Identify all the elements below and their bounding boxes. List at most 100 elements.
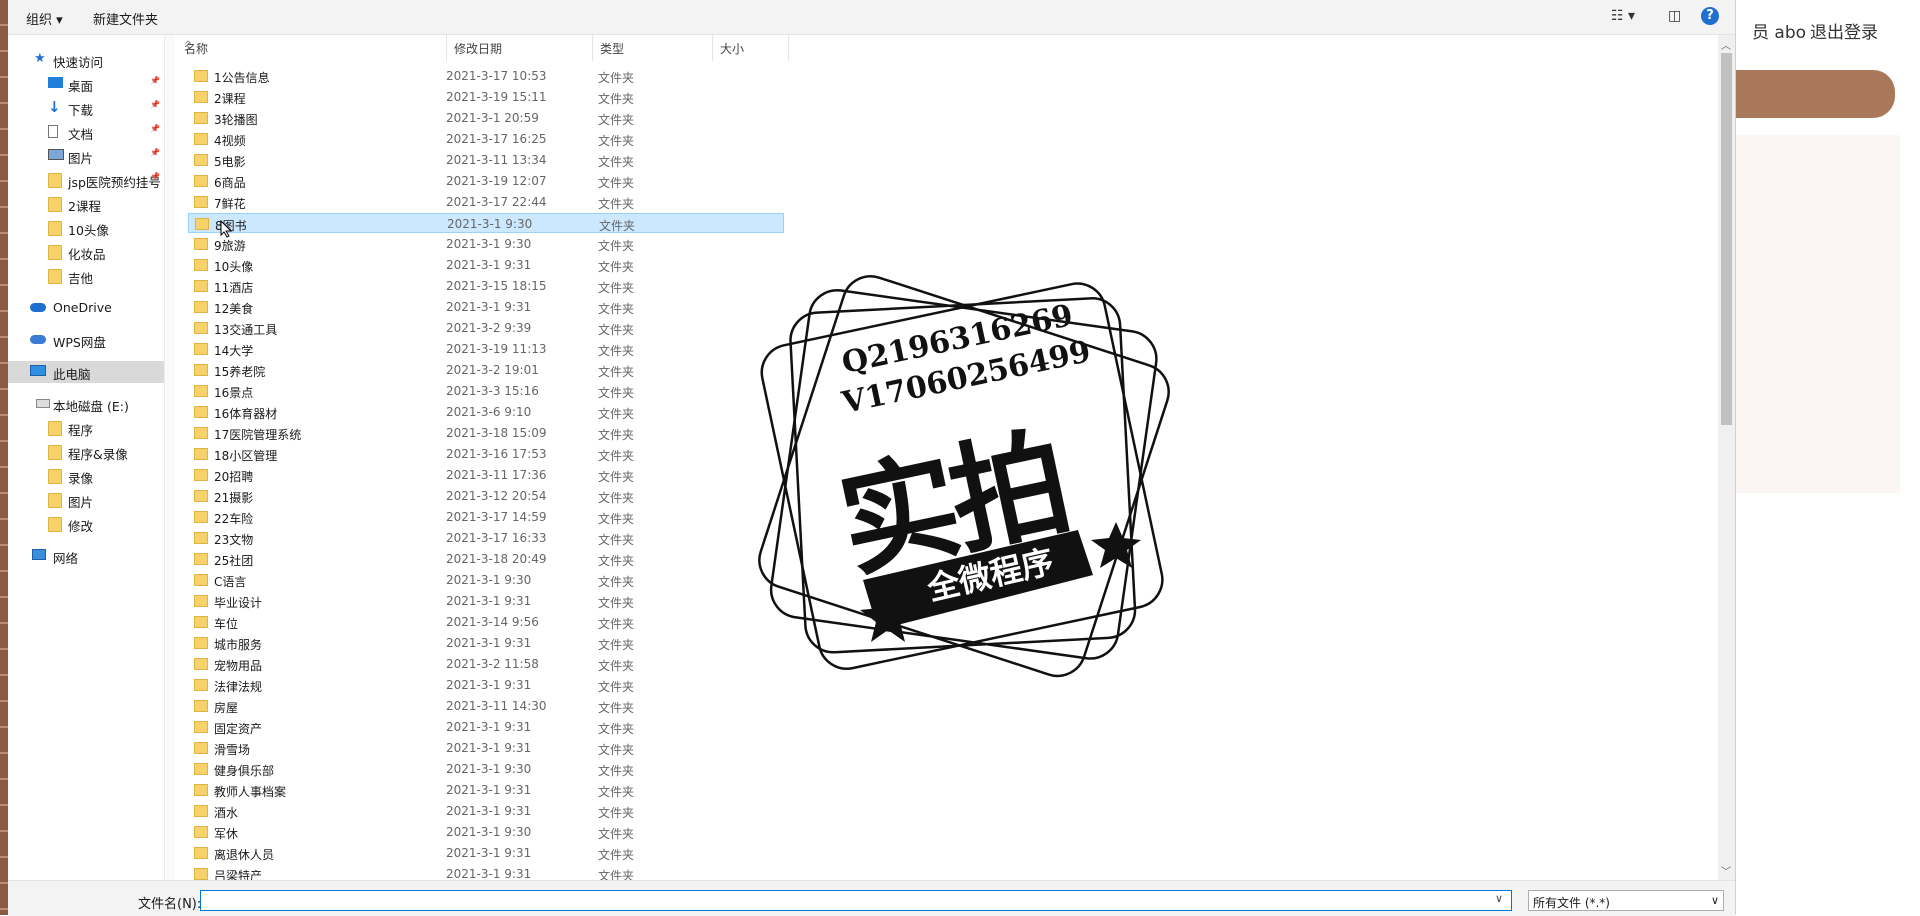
file-name: 军休 xyxy=(214,827,239,841)
file-row[interactable]: C语言 2021-3-1 9:30 文件夹 xyxy=(188,570,784,590)
scrollbar-thumb[interactable] xyxy=(1721,53,1732,425)
file-row[interactable]: 25社团 2021-3-18 20:49 文件夹 xyxy=(188,549,784,569)
nav-pane-splitter[interactable] xyxy=(164,35,175,880)
nav-disk-folder[interactable]: 程序 xyxy=(8,417,164,439)
file-row[interactable]: 14大学 2021-3-19 11:13 文件夹 xyxy=(188,339,784,359)
file-date: 2021-3-1 9:31 xyxy=(446,867,532,880)
file-row[interactable]: 6商品 2021-3-19 12:07 文件夹 xyxy=(188,171,784,191)
folder-icon xyxy=(194,322,208,334)
file-type: 文件夹 xyxy=(598,302,635,316)
file-row[interactable]: 18小区管理 2021-3-16 17:53 文件夹 xyxy=(188,444,784,464)
file-date: 2021-3-17 16:33 xyxy=(446,531,547,545)
file-row[interactable]: 17医院管理系统 2021-3-18 15:09 文件夹 xyxy=(188,423,784,443)
new-folder-button[interactable]: 新建文件夹 xyxy=(93,9,158,28)
file-row[interactable]: 12美食 2021-3-1 9:31 文件夹 xyxy=(188,297,784,317)
file-row[interactable]: 5电影 2021-3-11 13:34 文件夹 xyxy=(188,150,784,170)
file-name: 3轮播图 xyxy=(214,113,258,127)
nav-pinned-item[interactable]: 文档 📌 xyxy=(8,121,164,143)
nav-pinned-item[interactable]: 图片 📌 xyxy=(8,145,164,167)
file-date: 2021-3-18 15:09 xyxy=(446,426,547,440)
file-row[interactable]: 军休 2021-3-1 9:30 文件夹 xyxy=(188,822,784,842)
file-row[interactable]: 15养老院 2021-3-2 19:01 文件夹 xyxy=(188,360,784,380)
file-row[interactable]: 车位 2021-3-14 9:56 文件夹 xyxy=(188,612,784,632)
filetype-select[interactable]: 所有文件 (*.*) ∨ xyxy=(1528,890,1724,911)
file-row[interactable]: 滑雪场 2021-3-1 9:31 文件夹 xyxy=(188,738,784,758)
folder-icon xyxy=(194,532,208,544)
nav-pinned-item[interactable]: jsp医院预约挂号 📌 xyxy=(8,169,164,191)
file-row[interactable]: 1公告信息 2021-3-17 10:53 文件夹 xyxy=(188,66,784,86)
file-row[interactable]: 23文物 2021-3-17 16:33 文件夹 xyxy=(188,528,784,548)
column-header-type[interactable]: 类型 xyxy=(592,35,713,61)
file-row[interactable]: 21摄影 2021-3-12 20:54 文件夹 xyxy=(188,486,784,506)
file-row[interactable]: 13交通工具 2021-3-2 9:39 文件夹 xyxy=(188,318,784,338)
file-row[interactable]: 16景点 2021-3-3 15:16 文件夹 xyxy=(188,381,784,401)
nav-recent-item[interactable]: 化妆品 xyxy=(8,241,164,263)
star-icon: ★ xyxy=(34,51,46,66)
nav-onedrive[interactable]: OneDrive xyxy=(8,297,164,319)
folder-icon xyxy=(194,406,208,418)
scroll-down-icon[interactable]: ﹀ xyxy=(1721,863,1731,878)
filename-dropdown-icon[interactable]: ∨ xyxy=(1495,892,1503,905)
nav-this-pc[interactable]: 此电脑 xyxy=(8,361,164,383)
nav-local-disk[interactable]: 本地磁盘 (E:) xyxy=(8,393,164,415)
nav-quick-access[interactable]: ★ 快速访问 xyxy=(8,49,164,71)
file-list-scrollbar[interactable]: ︿ ﹀ xyxy=(1718,35,1735,880)
file-row[interactable]: 房屋 2021-3-11 14:30 文件夹 xyxy=(188,696,784,716)
pin-icon[interactable]: 📌 xyxy=(150,76,160,85)
file-row[interactable]: 4视频 2021-3-17 16:25 文件夹 xyxy=(188,129,784,149)
file-date: 2021-3-16 17:53 xyxy=(446,447,547,461)
file-row[interactable]: 吕梁特产 2021-3-1 9:31 文件夹 xyxy=(188,864,784,880)
file-row[interactable]: 10头像 2021-3-1 9:31 文件夹 xyxy=(188,255,784,275)
folder-icon xyxy=(194,385,208,397)
file-type: 文件夹 xyxy=(598,134,635,148)
column-header-name[interactable]: 名称 ^ xyxy=(176,35,447,61)
file-row[interactable]: 8图书 2021-3-1 9:30 文件夹 xyxy=(188,213,784,233)
help-icon[interactable]: ? xyxy=(1701,7,1719,25)
scroll-up-icon[interactable]: ︿ xyxy=(1721,37,1731,52)
column-header-date[interactable]: 修改日期 xyxy=(446,35,593,61)
file-row[interactable]: 11酒店 2021-3-15 18:15 文件夹 xyxy=(188,276,784,296)
nav-recent-item[interactable]: 10头像 xyxy=(8,217,164,239)
file-row[interactable]: 宠物用品 2021-3-2 11:58 文件夹 xyxy=(188,654,784,674)
logout-link[interactable]: 退出登录 xyxy=(1810,18,1878,43)
nav-recent-item[interactable]: 2课程 xyxy=(8,193,164,215)
file-row[interactable]: 酒水 2021-3-1 9:31 文件夹 xyxy=(188,801,784,821)
file-row[interactable]: 法律法规 2021-3-1 9:31 文件夹 xyxy=(188,675,784,695)
file-row[interactable]: 健身俱乐部 2021-3-1 9:30 文件夹 xyxy=(188,759,784,779)
file-row[interactable]: 教师人事档案 2021-3-1 9:31 文件夹 xyxy=(188,780,784,800)
file-row[interactable]: 固定资产 2021-3-1 9:31 文件夹 xyxy=(188,717,784,737)
nav-recent-item[interactable]: 吉他 xyxy=(8,265,164,287)
watermark-stamp: Q2196316269 V17060256499 实拍 全微程序 xyxy=(748,260,1188,700)
nav-disk-folder[interactable]: 图片 xyxy=(8,489,164,511)
file-row[interactable]: 2课程 2021-3-19 15:11 文件夹 xyxy=(188,87,784,107)
file-row[interactable]: 9旅游 2021-3-1 9:30 文件夹 xyxy=(188,234,784,254)
pin-icon[interactable]: 📌 xyxy=(150,172,160,181)
nav-network[interactable]: 网络 xyxy=(8,545,164,567)
file-type: 文件夹 xyxy=(599,219,636,233)
nav-pinned-item[interactable]: ↓ 下载 📌 xyxy=(8,97,164,119)
filename-input[interactable] xyxy=(200,890,1512,911)
file-row[interactable]: 城市服务 2021-3-1 9:31 文件夹 xyxy=(188,633,784,653)
preview-pane-icon[interactable]: ◫ xyxy=(1668,8,1681,24)
file-row[interactable]: 22车险 2021-3-17 14:59 文件夹 xyxy=(188,507,784,527)
file-row[interactable]: 3轮播图 2021-3-1 20:59 文件夹 xyxy=(188,108,784,128)
file-row[interactable]: 离退休人员 2021-3-1 9:31 文件夹 xyxy=(188,843,784,863)
nav-wps[interactable]: WPS网盘 xyxy=(8,329,164,351)
file-type: 文件夹 xyxy=(598,197,635,211)
nav-disk-folder[interactable]: 录像 xyxy=(8,465,164,487)
pin-icon[interactable]: 📌 xyxy=(150,148,160,157)
column-header-size[interactable]: 大小 xyxy=(712,35,789,61)
pin-icon[interactable]: 📌 xyxy=(150,100,160,109)
file-row[interactable]: 16体育器材 2021-3-6 9:10 文件夹 xyxy=(188,402,784,422)
view-list-icon[interactable]: ☷ ▾ xyxy=(1611,8,1635,24)
organize-button[interactable]: 组织 ▾ xyxy=(26,9,63,28)
file-row[interactable]: 7鲜花 2021-3-17 22:44 文件夹 xyxy=(188,192,784,212)
folder-icon xyxy=(48,221,62,236)
nav-disk-folder[interactable]: 修改 xyxy=(8,513,164,535)
file-row[interactable]: 毕业设计 2021-3-1 9:31 文件夹 xyxy=(188,591,784,611)
nav-pinned-item[interactable]: 桌面 📌 xyxy=(8,73,164,95)
pin-icon[interactable]: 📌 xyxy=(150,124,160,133)
file-row[interactable]: 20招聘 2021-3-11 17:36 文件夹 xyxy=(188,465,784,485)
nav-disk-folder[interactable]: 程序&录像 xyxy=(8,441,164,463)
file-date: 2021-3-14 9:56 xyxy=(446,615,539,629)
